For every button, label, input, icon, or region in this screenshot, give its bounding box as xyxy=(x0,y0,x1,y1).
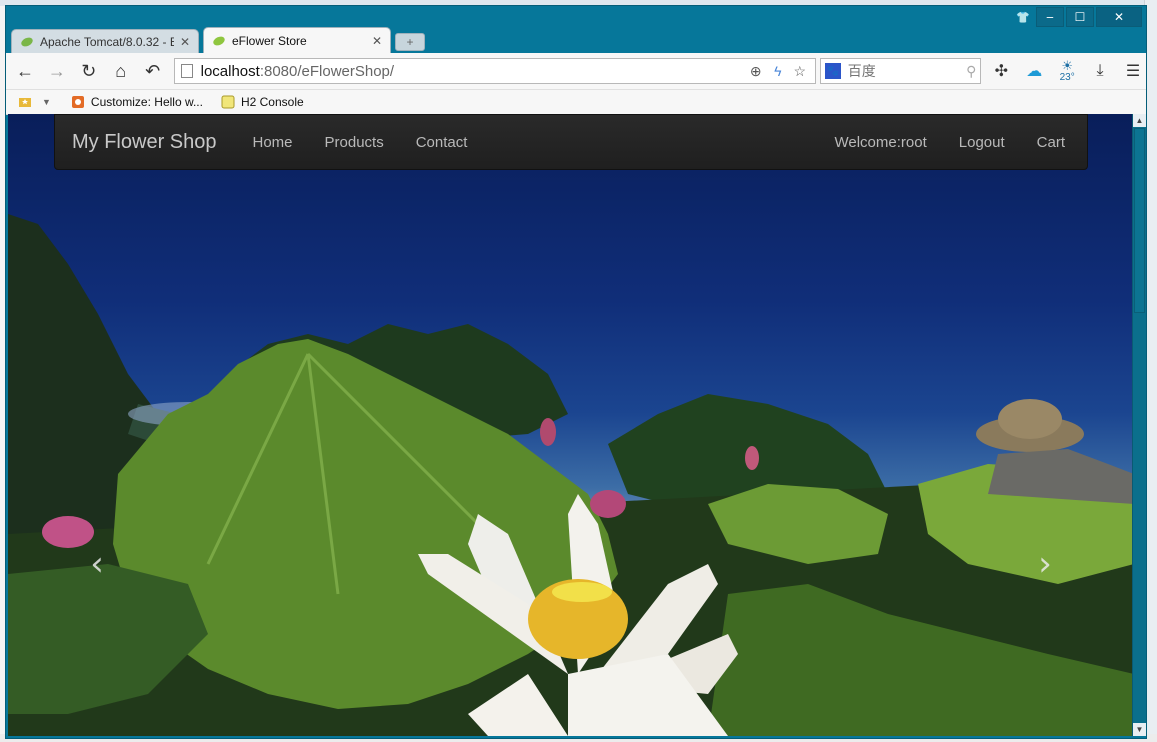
back-arrow-icon[interactable]: ← xyxy=(12,58,38,84)
close-tab-icon[interactable]: ✕ xyxy=(372,34,382,48)
bookmarks-folder[interactable]: ▼ xyxy=(18,95,51,109)
page-icon xyxy=(180,64,193,78)
chevron-down-icon: ▼ xyxy=(42,97,51,107)
tab-tomcat[interactable]: Apache Tomcat/8.0.32 - E ✕ xyxy=(11,29,199,53)
star-icon[interactable]: ☆ xyxy=(791,62,809,80)
nav-welcome[interactable]: Welcome:root xyxy=(835,134,927,151)
weather-cloud-icon[interactable]: ☁ xyxy=(1021,58,1047,84)
scroll-up-arrow-icon[interactable]: ▲ xyxy=(1133,114,1146,127)
url-path: :8080/eFlowerShop/ xyxy=(259,62,395,80)
nav-logout[interactable]: Logout xyxy=(959,134,1005,151)
puzzle-icon[interactable]: ✣ xyxy=(988,58,1014,84)
zoom-icon[interactable]: ⊕ xyxy=(747,62,765,80)
nav-products[interactable]: Products xyxy=(325,134,384,151)
folder-star-icon xyxy=(19,98,31,107)
leaf-icon xyxy=(213,36,225,45)
leaf-icon xyxy=(21,37,33,46)
tab-title: Apache Tomcat/8.0.32 - E xyxy=(40,34,174,49)
scrollbar-thumb[interactable] xyxy=(1134,128,1145,313)
lotus-hero-image xyxy=(8,214,1134,736)
magnifier-icon[interactable]: ⚲ xyxy=(966,63,976,80)
baidu-paw-icon: 🐾 xyxy=(824,63,841,79)
download-icon[interactable]: ⤓ xyxy=(1087,58,1113,84)
address-bar[interactable]: localhost:8080/eFlowerShop/ ⊕ ϟ ☆ xyxy=(173,58,816,84)
page-viewport: My Flower Shop Home Products Contact Wel… xyxy=(8,114,1134,736)
search-input[interactable] xyxy=(845,62,967,80)
window-controls: 👕 ‒ ☐ ✕ xyxy=(1012,7,1142,27)
tab-strip: Apache Tomcat/8.0.32 - E ✕ eFlower Store… xyxy=(11,27,425,53)
chevron-left-icon[interactable]: ‹ xyxy=(80,544,114,584)
nav-contact[interactable]: Contact xyxy=(416,134,468,151)
site-icon xyxy=(71,96,84,108)
bookmarks-bar: ▼ Customize: Hello w... H2 Console xyxy=(6,90,1146,115)
weather-temp: 23° xyxy=(1059,71,1075,83)
search-box[interactable]: 🐾 ⚲ xyxy=(819,58,982,84)
bookmark-customize[interactable]: Customize: Hello w... xyxy=(71,95,203,109)
page-icon xyxy=(221,95,235,109)
site-brand[interactable]: My Flower Shop xyxy=(72,131,217,154)
shirt-icon[interactable]: 👕 xyxy=(1012,8,1034,26)
vertical-scrollbar[interactable]: ▲ ▼ xyxy=(1132,114,1146,736)
lightning-icon[interactable]: ϟ xyxy=(769,62,787,80)
nav-cart[interactable]: Cart xyxy=(1037,134,1065,151)
menu-icon[interactable]: ☰ xyxy=(1120,58,1146,84)
close-tab-icon[interactable]: ✕ xyxy=(180,35,190,49)
undo-icon[interactable]: ↶ xyxy=(140,58,166,84)
scroll-down-arrow-icon[interactable]: ▼ xyxy=(1133,723,1146,736)
browser-toolbar: ← → ↻ ⌂ ↶ localhost:8080/eFlowerShop/ ⊕ … xyxy=(6,53,1146,90)
reload-icon[interactable]: ↻ xyxy=(76,58,102,84)
url-host: localhost xyxy=(200,62,260,80)
site-navbar: My Flower Shop Home Products Contact Wel… xyxy=(54,114,1088,170)
minimize-button[interactable]: ‒ xyxy=(1036,7,1064,27)
tab-eflower-store[interactable]: eFlower Store ✕ xyxy=(203,27,391,53)
close-window-button[interactable]: ✕ xyxy=(1096,7,1142,27)
nav-user-area: Welcome:root Logout Cart xyxy=(819,134,1082,151)
bookmark-h2-console[interactable]: H2 Console xyxy=(221,95,304,109)
tab-title: eFlower Store xyxy=(232,33,307,48)
new-tab-button[interactable]: + xyxy=(395,33,425,51)
forward-arrow-icon[interactable]: → xyxy=(44,58,70,84)
nav-home[interactable]: Home xyxy=(253,134,293,151)
bookmark-label: H2 Console xyxy=(240,95,304,109)
home-icon[interactable]: ⌂ xyxy=(108,58,134,84)
chevron-right-icon[interactable]: › xyxy=(1028,544,1062,584)
maximize-button[interactable]: ☐ xyxy=(1066,7,1094,27)
weather-temp-icon[interactable]: ☀ 23° xyxy=(1054,58,1080,84)
bookmark-label: Customize: Hello w... xyxy=(90,95,203,109)
browser-window: 👕 ‒ ☐ ✕ Apache Tomcat/8.0.32 - E ✕ eFlow… xyxy=(5,5,1147,739)
